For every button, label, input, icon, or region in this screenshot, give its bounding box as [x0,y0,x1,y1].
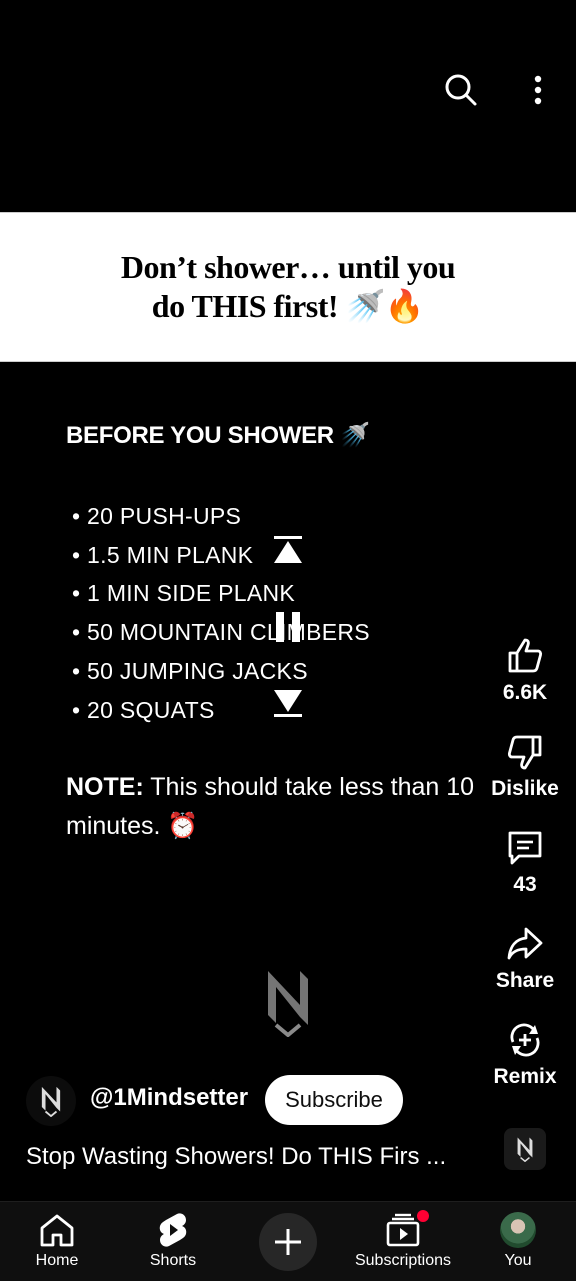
workout-list: • 20 PUSH-UPS • 1.5 MIN PLANK • 1 MIN SI… [72,497,370,729]
remix-label: Remix [493,1065,557,1088]
remix-icon [510,1023,540,1057]
search-icon[interactable] [441,70,481,110]
nav-shorts-label: Shorts [149,1252,197,1269]
dislike-label: Dislike [491,777,559,800]
subscribe-button[interactable]: Subscribe [265,1075,403,1125]
like-count: 6.6K [502,681,548,704]
create-button[interactable] [259,1213,317,1271]
list-item: • 1.5 MIN PLANK [72,541,254,568]
list-item: • 50 JUMPING JACKS [72,657,308,684]
list-item: • 20 SQUATS [72,696,215,723]
list-item: • 50 MOUNTAIN CLIMBERS [72,619,370,646]
channel-logo-icon [41,1086,61,1117]
bottom-navigation: Home Shorts Subscriptions You [0,1201,576,1281]
share-button[interactable]: Share [485,925,565,993]
nav-you[interactable]: You [463,1202,573,1281]
list-item: • 20 PUSH-UPS [72,503,242,529]
channel-watermark-logo [262,967,314,1042]
comment-count: 43 [513,873,537,896]
more-vertical-icon[interactable] [518,70,558,110]
shorts-icon [158,1212,188,1248]
video-title[interactable]: Stop Wasting Showers! Do THIS Firs ... [26,1143,446,1171]
user-avatar [500,1212,536,1248]
channel-avatar[interactable] [26,1076,76,1126]
workout-note: NOTE: This should take less than 10 minu… [66,768,506,846]
comments-button[interactable]: 43 [485,829,565,897]
channel-handle[interactable]: @1Mindsetter [90,1084,248,1112]
previous-video-button[interactable] [272,535,304,570]
channel-logo-icon [517,1137,533,1162]
share-label: Share [495,969,555,992]
banner-line-2: do THIS first! 🚿🔥 [151,288,425,324]
subscriptions-icon [385,1210,429,1248]
share-icon [507,927,543,960]
comment-icon [508,831,542,865]
nav-shorts[interactable]: Shorts [118,1202,228,1281]
notification-badge [417,1210,429,1222]
plus-icon [275,1229,301,1255]
original-sound-button[interactable] [504,1128,546,1170]
thumbs-up-icon [508,638,543,673]
dislike-button[interactable]: Dislike [485,733,565,801]
nav-subscriptions[interactable]: Subscriptions [348,1202,458,1281]
note-label: NOTE: [66,773,144,801]
caption-banner: Don’t shower… until you do THIS first! 🚿… [0,212,576,362]
workout-heading: BEFORE YOU SHOWER 🚿 [66,422,370,449]
nav-home-label: Home [35,1252,79,1269]
banner-line-1: Don’t shower… until you [120,249,456,285]
nav-subscriptions-label: Subscriptions [354,1252,452,1269]
nav-you-label: You [504,1252,532,1269]
pause-button[interactable] [272,611,304,648]
thumbs-down-icon [507,735,542,770]
remix-button[interactable]: Remix [485,1021,565,1089]
next-video-button[interactable] [272,688,304,723]
list-item: • 1 MIN SIDE PLANK [72,580,296,607]
you-icon-wrapper [500,1212,536,1248]
like-button[interactable]: 6.6K [485,637,565,705]
nav-home[interactable]: Home [2,1202,112,1281]
home-icon [39,1212,75,1248]
